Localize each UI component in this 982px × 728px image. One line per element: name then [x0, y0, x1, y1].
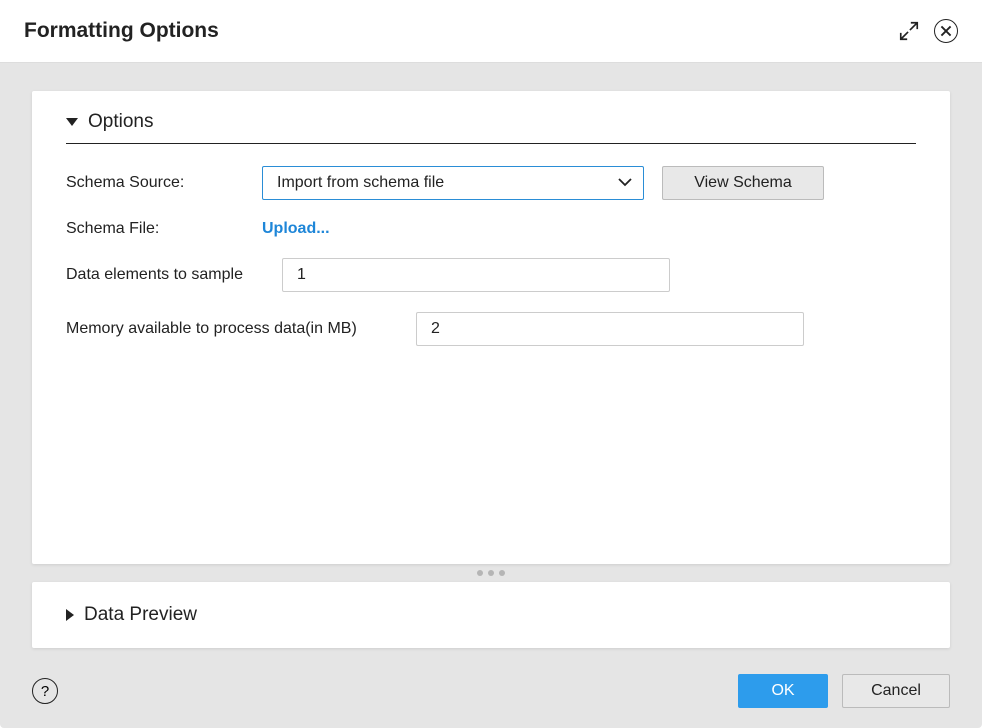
data-preview-section-header[interactable]: Data Preview — [66, 604, 916, 626]
help-icon[interactable]: ? — [32, 678, 58, 704]
options-section-header[interactable]: Options — [66, 111, 916, 144]
schema-file-row: Schema File: Upload... — [66, 220, 916, 238]
schema-source-select-wrap — [262, 166, 644, 200]
data-elements-row: Data elements to sample — [66, 258, 916, 292]
schema-source-label: Schema Source: — [66, 174, 184, 191]
schema-file-label: Schema File: — [66, 220, 159, 237]
formatting-options-dialog: Formatting Options Options — [0, 0, 982, 728]
data-preview-panel: Data Preview — [32, 582, 950, 648]
expand-icon[interactable] — [896, 18, 922, 44]
upload-link[interactable]: Upload... — [262, 220, 330, 238]
cancel-button[interactable]: Cancel — [842, 674, 950, 708]
dialog-body: Options Schema Source: View Schema — [0, 63, 982, 658]
schema-source-row: Schema Source: View Schema — [66, 166, 916, 200]
memory-row: Memory available to process data(in MB) — [66, 312, 916, 346]
memory-input[interactable] — [416, 312, 804, 346]
ok-button[interactable]: OK — [738, 674, 828, 708]
footer-right: OK Cancel — [738, 674, 950, 708]
dialog-header-actions — [896, 18, 958, 44]
memory-label: Memory available to process data(in MB) — [66, 320, 357, 337]
schema-source-select[interactable] — [262, 166, 644, 200]
dialog-title: Formatting Options — [24, 19, 219, 43]
options-panel: Options Schema Source: View Schema — [32, 91, 950, 564]
data-elements-input[interactable] — [282, 258, 670, 292]
dialog-footer: ? OK Cancel — [0, 658, 982, 728]
data-elements-label: Data elements to sample — [66, 266, 243, 283]
view-schema-button[interactable]: View Schema — [662, 166, 824, 200]
help-glyph: ? — [41, 683, 49, 700]
footer-left: ? — [32, 678, 58, 704]
data-preview-section-title: Data Preview — [84, 604, 197, 626]
drag-dot-icon — [477, 570, 483, 576]
options-section-title: Options — [88, 111, 153, 133]
drag-dot-icon — [499, 570, 505, 576]
caret-down-icon — [66, 118, 78, 126]
drag-handle[interactable] — [32, 564, 950, 582]
dialog-header: Formatting Options — [0, 0, 982, 63]
caret-right-icon — [66, 609, 74, 621]
close-icon[interactable] — [934, 19, 958, 43]
drag-dot-icon — [488, 570, 494, 576]
